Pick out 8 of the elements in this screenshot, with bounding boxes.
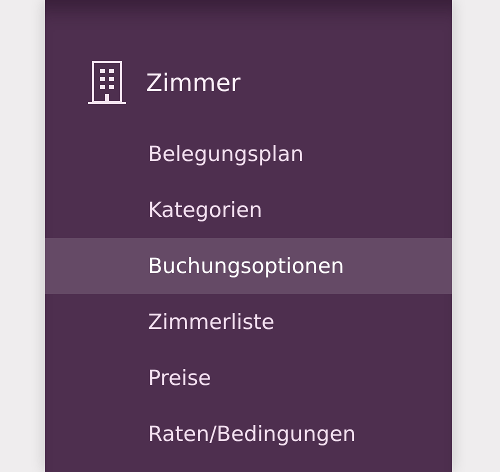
menu-item[interactable]: Belegungsplan <box>45 126 452 182</box>
building-icon <box>88 61 126 105</box>
menu-item[interactable]: Preise <box>45 350 452 406</box>
menu-item[interactable]: Zimmerliste <box>45 294 452 350</box>
menu-item[interactable]: Raten/Bedingungen <box>45 406 452 462</box>
menu-item[interactable]: Kategorien <box>45 182 452 238</box>
section-title: Zimmer <box>146 69 240 97</box>
menu-item[interactable]: Buchungsoptionen <box>45 238 452 294</box>
